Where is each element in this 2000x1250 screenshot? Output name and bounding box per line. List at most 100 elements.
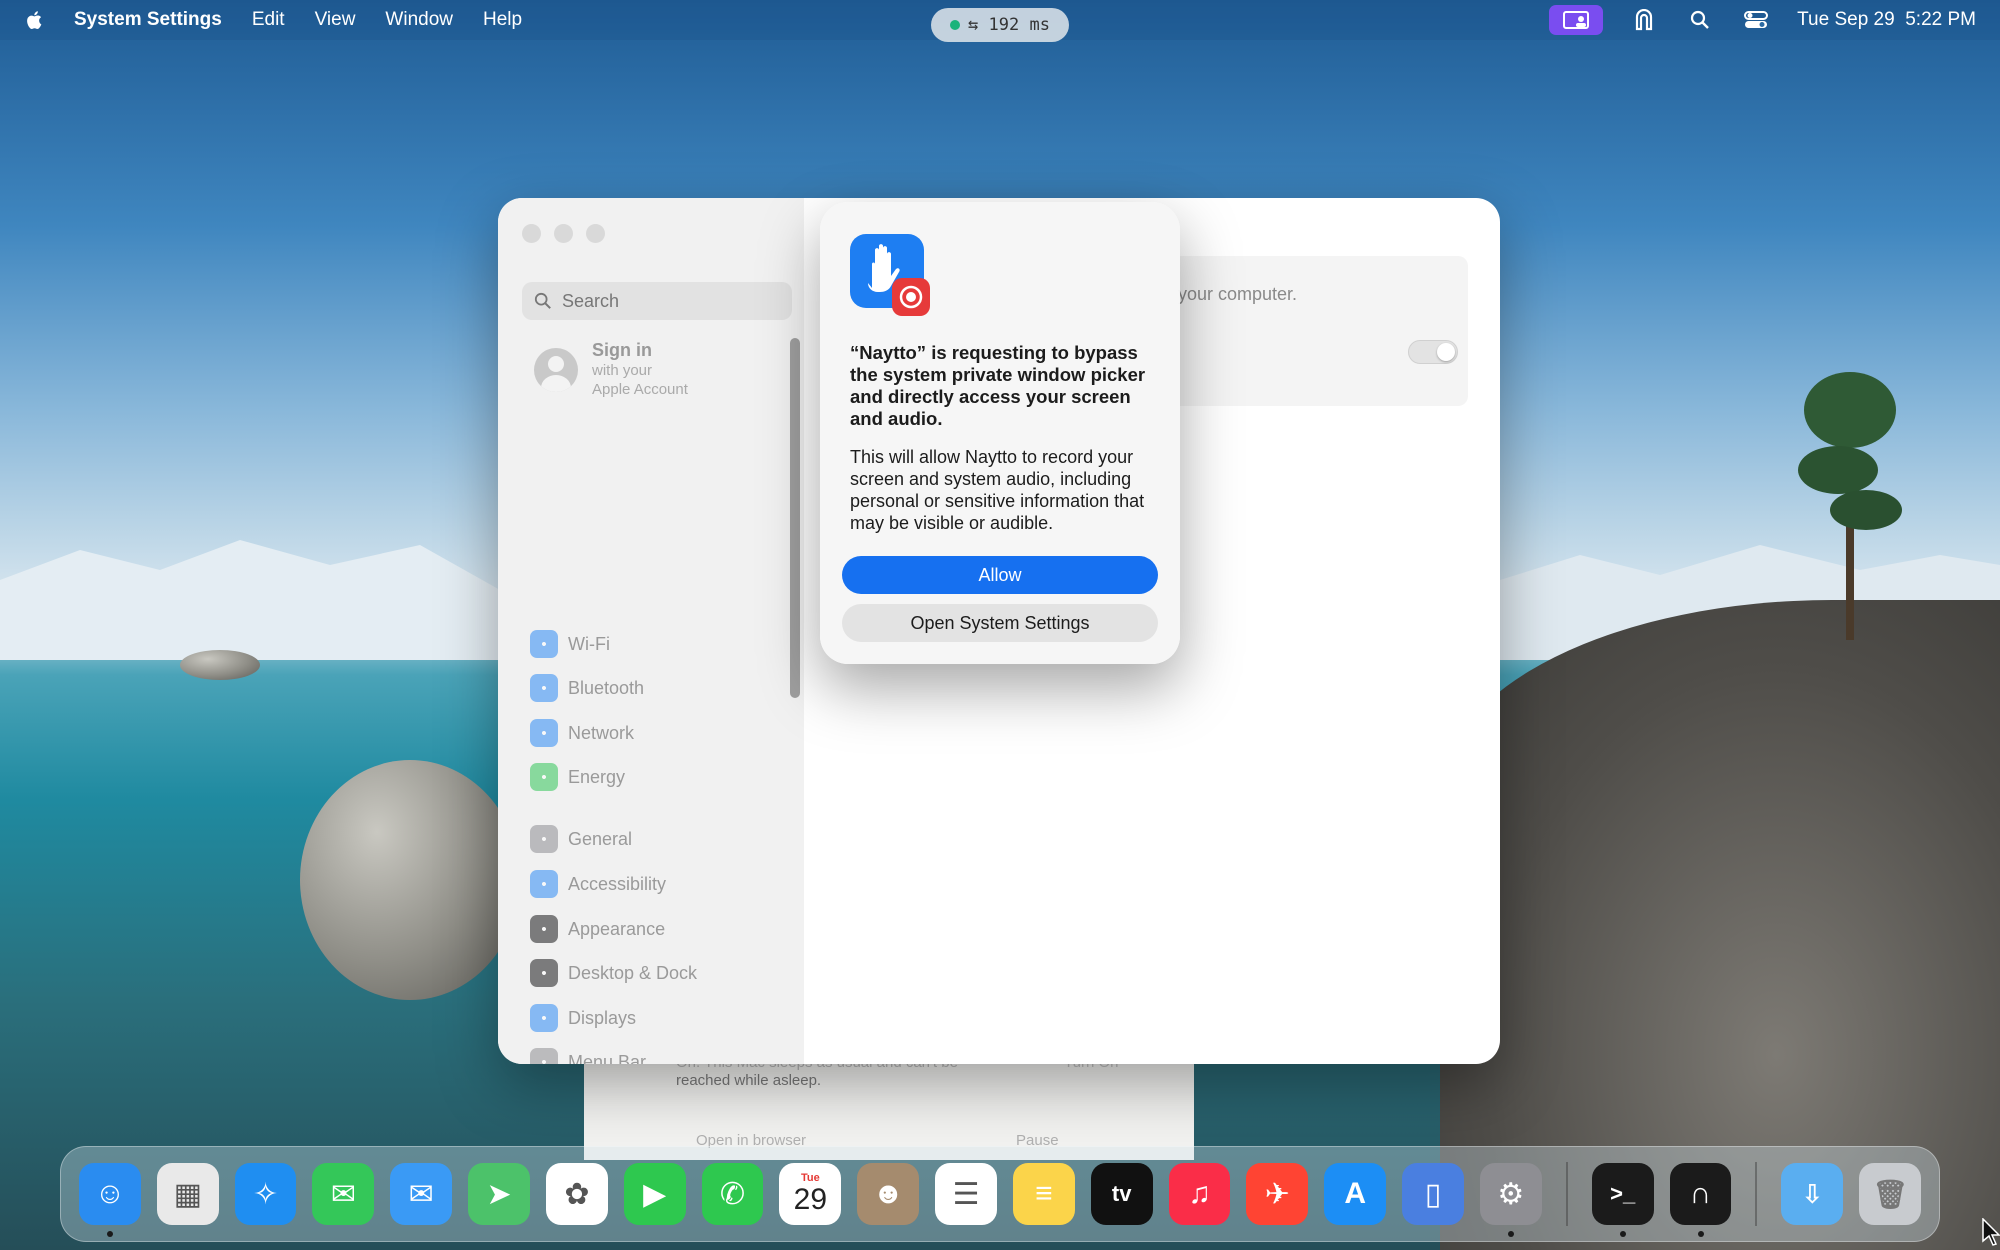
dock-launchpad-icon[interactable]: ▦: [156, 1163, 219, 1225]
dock-mail-icon[interactable]: ✉: [390, 1163, 453, 1225]
account-title: Sign in: [592, 340, 652, 360]
dock-phone-icon[interactable]: ✆: [701, 1163, 764, 1225]
sidebar-item-label: Energy: [568, 766, 626, 787]
messages-glyph: ✉: [330, 1177, 356, 1211]
sidebar-item-label: Displays: [568, 1007, 637, 1028]
apple-logo-icon[interactable]: [24, 8, 46, 32]
notes-glyph: ≡: [1035, 1177, 1053, 1210]
app-name-menu[interactable]: System Settings: [74, 9, 222, 31]
facetime-glyph: ▶: [643, 1177, 667, 1211]
sidebar-item-label: Accessibility: [568, 873, 667, 894]
running-indicator: [1619, 1231, 1626, 1237]
naytto-icon[interactable]: [1629, 7, 1659, 33]
wifi-icon: •: [530, 630, 558, 658]
running-indicator: [1697, 1231, 1704, 1237]
record-badge-icon: [892, 278, 930, 316]
allow-button[interactable]: Allow: [842, 556, 1158, 594]
music-glyph: ♫: [1188, 1177, 1211, 1210]
running-indicator: [107, 1231, 113, 1237]
dock-calendar-icon[interactable]: Tue 29: [779, 1163, 842, 1225]
dock-finder-icon[interactable]: ☺: [79, 1163, 141, 1237]
network-icon: •: [530, 719, 558, 747]
sidebar-item-wi-fi[interactable]: • Wi-Fi: [530, 630, 610, 658]
safari-glyph: ✧: [253, 1177, 279, 1211]
dock-maps-icon[interactable]: ➤: [468, 1163, 530, 1225]
bluetooth-icon: •: [530, 674, 558, 702]
running-indicator: [1507, 1231, 1514, 1237]
privacy-hand-icon: [850, 234, 930, 316]
contacts-glyph: ☻: [872, 1177, 904, 1210]
dock-rocket-icon[interactable]: ✈: [1246, 1163, 1309, 1225]
menu-help[interactable]: Help: [483, 9, 522, 31]
menu-edit[interactable]: Edit: [252, 9, 285, 31]
energy-icon: •: [530, 763, 558, 791]
clock[interactable]: Tue Sep 29 5:22 PM: [1797, 9, 1976, 31]
dock-simulator-icon[interactable]: ▯: [1402, 1163, 1464, 1225]
naytto-glyph: ∩: [1689, 1177, 1712, 1210]
sidebar-item-menu-bar[interactable]: • Menu Bar: [530, 1048, 646, 1064]
open-system-settings-button[interactable]: Open System Settings: [842, 604, 1158, 642]
download-arrow-icon: ⇩: [1801, 1178, 1824, 1209]
sidebar-item-bluetooth[interactable]: • Bluetooth: [530, 674, 644, 702]
apple-account-signin[interactable]: Sign in with your Apple Account: [534, 340, 688, 399]
sidebar-item-label: General: [568, 828, 633, 849]
status-dot: [950, 20, 961, 30]
dock-icon: •: [530, 959, 558, 987]
dock-messages-icon[interactable]: ✉: [312, 1163, 375, 1225]
latency-indicator: ⇆ 192 ms: [931, 8, 1069, 42]
close-window-button[interactable]: [522, 224, 541, 243]
calendar-day: 29: [793, 1183, 828, 1216]
sidebar-item-desktop-dock[interactable]: • Desktop & Dock: [530, 959, 697, 987]
dock-facetime-icon[interactable]: ▶: [623, 1163, 686, 1225]
boulder: [300, 760, 520, 1000]
maps-glyph: ➤: [486, 1177, 512, 1211]
app-store-glyph: A: [1344, 1177, 1366, 1210]
control-center-icon[interactable]: [1741, 7, 1771, 33]
search-icon[interactable]: [1685, 7, 1715, 33]
sidebar-item-accessibility[interactable]: • Accessibility: [530, 870, 666, 898]
dock-naytto-icon[interactable]: ∩: [1669, 1163, 1732, 1237]
menubar-icon: •: [530, 1048, 558, 1064]
search-placeholder: Search: [562, 290, 620, 311]
trash-glyph: 🗑: [1872, 1178, 1908, 1210]
dock-reminders-icon[interactable]: ☰: [935, 1163, 997, 1225]
sidebar-item-label: Menu Bar: [568, 1051, 647, 1065]
sidebar-item-label: Wi-Fi: [568, 633, 610, 654]
sidebar-item-displays[interactable]: • Displays: [530, 1004, 636, 1032]
dock-apple-tv-icon[interactable]: tv: [1090, 1163, 1153, 1225]
dock-contacts-icon[interactable]: ☻: [857, 1163, 920, 1225]
dock-system-settings-icon[interactable]: ⚙: [1479, 1163, 1542, 1237]
dock-notes-icon[interactable]: ≡: [1012, 1163, 1075, 1225]
menu-view[interactable]: View: [315, 9, 356, 31]
sidebar-scrollbar[interactable]: [790, 338, 800, 698]
screen-sharing-icon[interactable]: [1549, 5, 1604, 35]
dock-trash-icon[interactable]: 🗑: [1859, 1163, 1922, 1225]
sidebar-item-label: Desktop & Dock: [568, 962, 698, 983]
settings-toggle[interactable]: [1408, 340, 1458, 364]
dock-downloads-folder-icon[interactable]: ⇩: [1781, 1163, 1844, 1225]
account-line-1: with your: [592, 362, 653, 379]
avatar: [534, 347, 578, 392]
dock-terminal-icon[interactable]: >_: [1591, 1163, 1654, 1237]
sidebar-item-appearance[interactable]: • Appearance: [530, 915, 665, 943]
boulder: [180, 650, 260, 680]
rocket-glyph: ✈: [1264, 1177, 1290, 1211]
system-settings-glyph: ⚙: [1497, 1177, 1525, 1211]
reminders-glyph: ☰: [952, 1177, 980, 1211]
sidebar-item-network[interactable]: • Network: [530, 719, 634, 747]
search-input[interactable]: Search: [522, 282, 792, 320]
dock-safari-icon[interactable]: ✧: [234, 1163, 297, 1225]
zoom-window-button[interactable]: [586, 224, 605, 243]
sidebar-item-energy[interactable]: • Energy: [530, 763, 625, 791]
settings-content-panel: [1168, 256, 1468, 406]
menu-window[interactable]: Window: [385, 9, 453, 31]
sidebar-item-general[interactable]: • General: [530, 825, 632, 853]
minimize-window-button[interactable]: [554, 224, 573, 243]
mail-glyph: ✉: [408, 1177, 434, 1211]
mouse-cursor-icon: [1982, 1218, 2000, 1246]
dock-photos-icon[interactable]: ✿: [545, 1163, 608, 1225]
window-controls: [522, 224, 605, 243]
content-description: your computer.: [1178, 284, 1298, 304]
dock-music-icon[interactable]: ♫: [1168, 1163, 1231, 1225]
dock-app-store-icon[interactable]: A: [1324, 1163, 1387, 1225]
